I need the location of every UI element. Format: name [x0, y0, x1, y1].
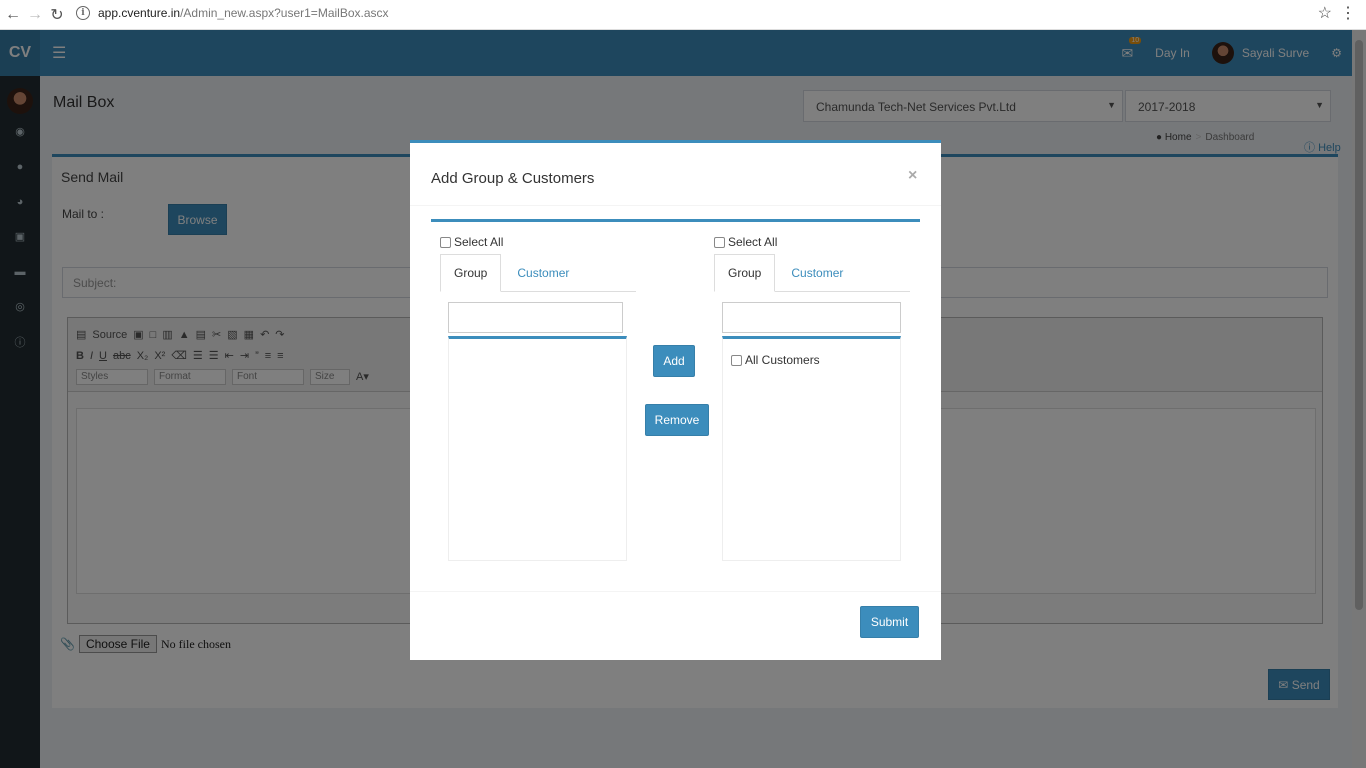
list-item[interactable]: All Customers	[731, 353, 820, 367]
left-panel: Select All Group Customer	[431, 222, 636, 561]
url-path: /Admin_new.aspx?user1=MailBox.ascx	[180, 6, 389, 20]
reload-icon[interactable]: ↻	[46, 4, 68, 26]
right-listbox[interactable]: All Customers	[722, 336, 901, 561]
left-tabs: Group Customer	[440, 254, 636, 292]
right-tab-group[interactable]: Group	[714, 254, 776, 292]
left-select-all[interactable]: Select All	[440, 235, 503, 249]
right-tab-customer[interactable]: Customer	[775, 254, 856, 292]
url-host: app.cventure.in	[98, 6, 181, 20]
browser-toolbar: ← → ↻ i app.cventure.in/Admin_new.aspx?u…	[0, 0, 1366, 30]
close-icon[interactable]: ×	[908, 167, 917, 185]
bookmark-star-icon[interactable]: ☆	[1318, 3, 1332, 23]
right-tabs: Group Customer	[714, 254, 910, 292]
left-tab-group[interactable]: Group	[440, 254, 502, 292]
browser-menu-icon[interactable]: ⋮	[1340, 3, 1356, 23]
left-listbox[interactable]	[448, 336, 627, 561]
list-item-label: All Customers	[745, 353, 820, 367]
info-icon[interactable]: i	[76, 6, 90, 20]
back-icon[interactable]: ←	[2, 4, 24, 26]
left-select-all-label: Select All	[454, 235, 504, 249]
left-tab-customer[interactable]: Customer	[501, 254, 582, 292]
modal-title: Add Group & Customers	[431, 170, 595, 187]
address-bar[interactable]: i app.cventure.in/Admin_new.aspx?user1=M…	[76, 2, 1338, 24]
modal-footer: Submit	[410, 591, 941, 660]
right-panel: Select All Group Customer All Customers	[705, 222, 920, 561]
modal-body: Select All Group Customer Add Remove Sel…	[431, 219, 920, 561]
right-select-all-label: Select All	[728, 235, 778, 249]
forward-icon[interactable]: →	[24, 4, 46, 26]
right-select-all-checkbox[interactable]	[714, 236, 725, 248]
all-customers-checkbox[interactable]	[731, 354, 742, 366]
left-search-input[interactable]	[448, 302, 623, 333]
add-button[interactable]: Add	[653, 345, 695, 377]
left-select-all-checkbox[interactable]	[440, 236, 451, 248]
modal-header: Add Group & Customers ×	[410, 143, 941, 206]
remove-button[interactable]: Remove	[645, 404, 709, 436]
right-search-input[interactable]	[722, 302, 901, 333]
submit-button[interactable]: Submit	[860, 606, 919, 638]
right-select-all[interactable]: Select All	[714, 235, 777, 249]
add-group-customers-modal: Add Group & Customers × Select All Group…	[410, 140, 941, 660]
